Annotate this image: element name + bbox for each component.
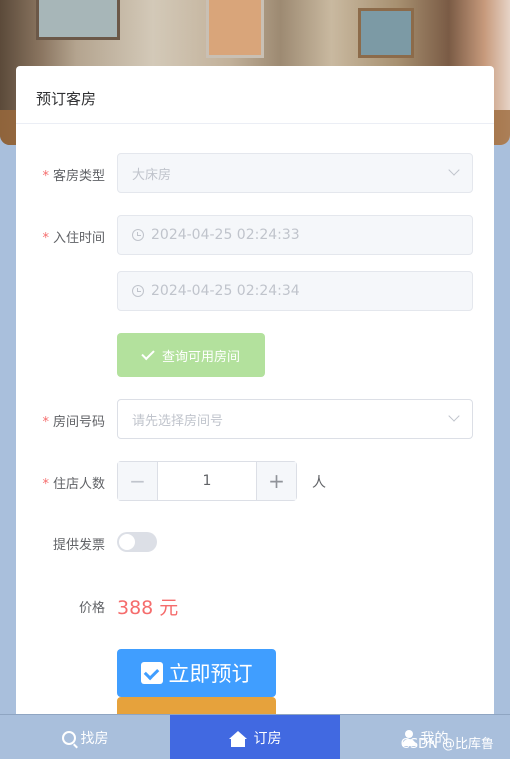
- wall-picture: [36, 0, 120, 40]
- clock-icon: [132, 285, 144, 297]
- switch-knob: [119, 534, 135, 550]
- invoice-label: 提供发票: [52, 538, 105, 553]
- decrement-button[interactable]: −: [118, 462, 158, 500]
- chevron-down-icon: [448, 410, 460, 422]
- home-icon: [228, 730, 247, 747]
- required-star: *: [42, 477, 49, 492]
- checkin-label: * 入住时间: [42, 231, 105, 246]
- nav-item-book-room[interactable]: 订房: [170, 715, 340, 759]
- required-star: *: [42, 169, 49, 184]
- watermark: CSDN @比库鲁: [400, 737, 494, 752]
- room-number-label: * 房间号码: [42, 415, 105, 430]
- room-number-select[interactable]: 请先选择房间号: [117, 399, 473, 439]
- book-button-label: 立即预订: [168, 662, 253, 686]
- checkin-start-value: 2024-04-25 02:24:33: [151, 227, 300, 243]
- nav-item-find-room[interactable]: 找房: [0, 715, 170, 759]
- increment-button[interactable]: +: [256, 462, 296, 500]
- booking-card: 预订客房 * 客房类型 大床房 * 入住时间 2024-04-25 02:24:33…: [16, 66, 494, 726]
- guests-value[interactable]: 1: [158, 462, 256, 500]
- search-icon: [61, 730, 76, 745]
- check-square-icon: [140, 662, 163, 684]
- price-value: 388 元: [117, 597, 179, 619]
- room-type-label: * 客房类型: [42, 169, 105, 184]
- guests-unit: 人: [312, 475, 326, 491]
- required-star: *: [42, 231, 49, 246]
- chevron-down-icon: [448, 164, 460, 176]
- book-now-button[interactable]: 立即预订: [117, 649, 276, 697]
- price-label: 价格: [78, 601, 105, 616]
- room-number-placeholder: 请先选择房间号: [132, 413, 224, 429]
- room-type-value: 大床房: [132, 167, 172, 183]
- check-icon: [141, 346, 155, 361]
- guests-stepper[interactable]: − 1 +: [117, 461, 297, 501]
- wall-picture: [358, 8, 414, 58]
- checkin-end-value: 2024-04-25 02:24:34: [151, 283, 300, 299]
- guests-label: * 住店人数: [42, 477, 105, 492]
- nav-label: 找房: [80, 730, 109, 747]
- room-type-select[interactable]: 大床房: [117, 153, 473, 193]
- required-star: *: [42, 415, 49, 430]
- invoice-switch[interactable]: [117, 532, 157, 552]
- checkin-start-input[interactable]: 2024-04-25 02:24:33: [117, 215, 473, 255]
- card-title: 预订客房: [16, 66, 494, 124]
- query-available-rooms-button[interactable]: 查询可用房间: [117, 333, 265, 377]
- query-button-label: 查询可用房间: [161, 349, 240, 365]
- clock-icon: [132, 229, 144, 241]
- wall-picture: [206, 0, 264, 58]
- checkin-end-input[interactable]: 2024-04-25 02:24:34: [117, 271, 473, 311]
- nav-label: 订房: [253, 730, 282, 747]
